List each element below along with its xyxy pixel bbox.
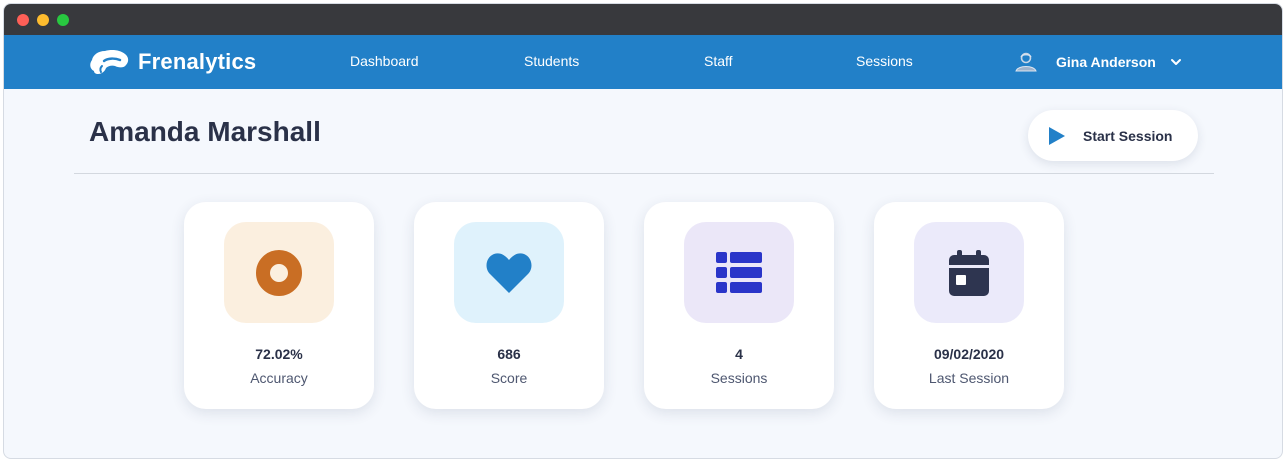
calendar-icon: [949, 249, 989, 296]
score-label: Score: [490, 370, 528, 386]
close-window-button[interactable]: [17, 14, 29, 26]
page-title: Amanda Marshall: [89, 116, 321, 147]
brain-logo-icon: [90, 50, 129, 74]
window-titlebar: [4, 4, 1282, 35]
sessions-value: 4: [735, 346, 743, 362]
last-session-label: Last Session: [928, 370, 1010, 386]
brand-logo[interactable]: Frenalytics: [88, 47, 256, 77]
sessions-label: Sessions: [710, 370, 768, 386]
play-icon: [1049, 126, 1065, 145]
maximize-window-button[interactable]: [57, 14, 69, 26]
nav-staff[interactable]: Staff: [704, 53, 733, 69]
top-navbar: Frenalytics Dashboard Students Staff Ses…: [4, 35, 1282, 89]
app-window: Frenalytics Dashboard Students Staff Ses…: [3, 3, 1283, 459]
stat-card-last-session: 09/02/2020 Last Session: [874, 202, 1064, 409]
stat-card-score: 686 Score: [414, 202, 604, 409]
nav-students[interactable]: Students: [524, 53, 579, 69]
score-value: 686: [497, 346, 521, 362]
user-avatar-icon: [1015, 52, 1037, 72]
header-divider: [74, 173, 1214, 174]
heart-icon: [486, 252, 532, 293]
nav-dashboard[interactable]: Dashboard: [350, 53, 419, 69]
brand-name: Frenalytics: [138, 49, 257, 74]
nav-sessions[interactable]: Sessions: [856, 53, 913, 69]
last-session-value: 09/02/2020: [933, 346, 1005, 362]
accuracy-value: 72.02%: [255, 346, 303, 362]
start-session-button[interactable]: Start Session: [1028, 110, 1198, 161]
start-session-label: Start Session: [1083, 127, 1173, 144]
last-session-icon-box: [914, 222, 1024, 323]
accuracy-label: Accuracy: [250, 370, 308, 386]
minimize-window-button[interactable]: [37, 14, 49, 26]
user-menu[interactable]: Gina Anderson: [1014, 48, 1182, 76]
accuracy-icon-box: [224, 222, 334, 323]
list-icon: [716, 251, 762, 293]
score-icon-box: [454, 222, 564, 323]
target-icon: [256, 249, 302, 296]
sessions-icon-box: [684, 222, 794, 323]
stat-card-accuracy: 72.02% Accuracy: [184, 202, 374, 409]
stat-card-sessions: 4 Sessions: [644, 202, 834, 409]
user-name: Gina Anderson: [1056, 54, 1156, 70]
chevron-down-icon[interactable]: [1170, 56, 1182, 68]
